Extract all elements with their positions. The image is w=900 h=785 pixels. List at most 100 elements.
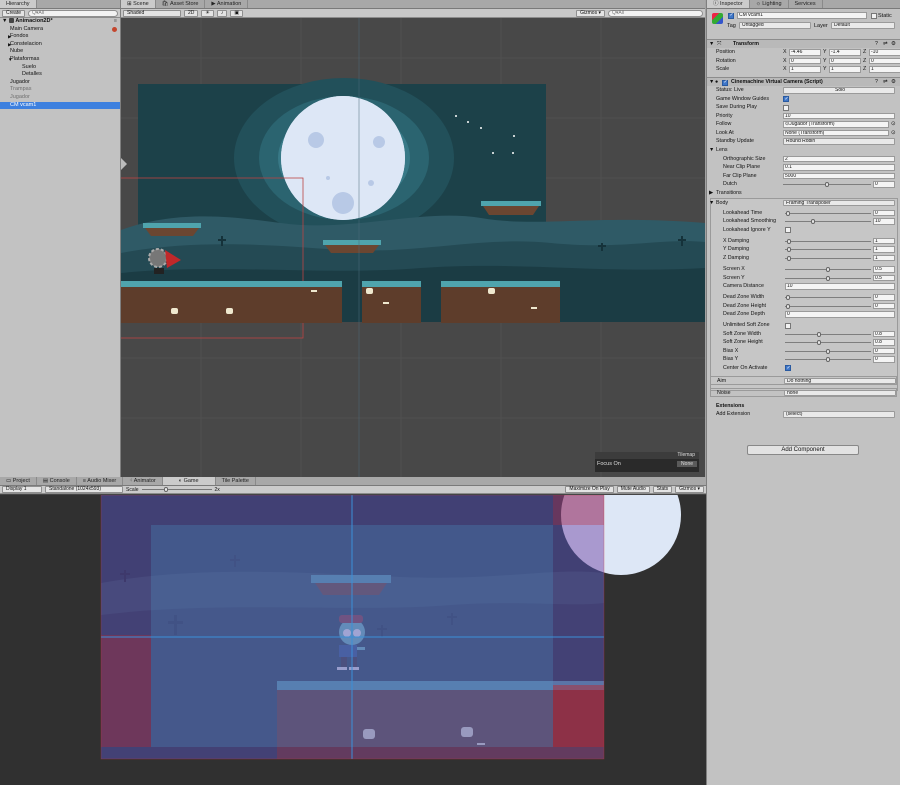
static-checkbox[interactable]: [871, 13, 877, 19]
resolution-dropdown[interactable]: Standalone (1024x593): [45, 486, 123, 493]
slider-knob[interactable]: [785, 210, 790, 216]
slider-knob[interactable]: [826, 267, 830, 272]
slider-knob[interactable]: [787, 247, 792, 252]
value-field[interactable]: 5000: [783, 172, 895, 179]
lookahead-smoothing-row-slider[interactable]: [785, 219, 871, 224]
audio-toggle-icon[interactable]: ♪: [216, 9, 228, 17]
object-active-checkbox[interactable]: [728, 12, 734, 19]
gizmos-dropdown[interactable]: Gizmos ▾: [576, 9, 605, 17]
mute-audio-button[interactable]: Mute Audio: [616, 486, 650, 493]
bias-y-row-slider[interactable]: [785, 357, 871, 362]
axis-value-field[interactable]: 0: [789, 57, 821, 64]
slider-knob[interactable]: [817, 331, 822, 337]
center-on-activate-checkbox[interactable]: [785, 364, 791, 373]
hierarchy-search-input[interactable]: Q▾All: [28, 9, 118, 17]
effects-dropdown-icon[interactable]: ▣: [230, 9, 244, 17]
value-field[interactable]: 0: [873, 181, 895, 188]
value-field[interactable]: 10: [785, 283, 895, 290]
slider-knob[interactable]: [817, 340, 822, 345]
unlimited-soft-zone-checkbox[interactable]: [785, 322, 791, 329]
tab-game[interactable]: ◐ Game: [162, 477, 216, 485]
hierarchy-item[interactable]: ▶ Fondos: [0, 33, 120, 41]
slider-knob[interactable]: [785, 303, 790, 309]
axis-value-field[interactable]: 1: [789, 66, 821, 73]
expand-arrow-icon[interactable]: ▼: [8, 56, 12, 64]
body-dropdown[interactable]: Framing Transposer: [783, 199, 895, 206]
expand-arrow-icon[interactable]: ▼: [2, 18, 7, 24]
noise-dropdown[interactable]: none: [784, 389, 896, 396]
axis-value-field[interactable]: -1.4: [829, 49, 861, 56]
axis-value-field[interactable]: 1: [829, 66, 861, 73]
scene-root-row[interactable]: ▼ Animacion2D* ≡: [0, 18, 120, 26]
shading-mode-dropdown[interactable]: Shaded: [123, 9, 181, 17]
soft-zone-width-row-slider[interactable]: [785, 331, 871, 337]
tab-animator[interactable]: ⁖ Animator: [123, 477, 163, 485]
tag-dropdown[interactable]: Untagged: [739, 22, 811, 29]
layer-dropdown[interactable]: Default: [831, 22, 895, 29]
dead-zone-width-row-slider[interactable]: [785, 295, 871, 300]
axis-value-field[interactable]: -4.46: [789, 49, 821, 56]
focus-on-dropdown[interactable]: None: [677, 461, 697, 467]
dutch-slider[interactable]: [783, 182, 871, 187]
lookahead-time-row-slider[interactable]: [785, 210, 871, 216]
tab-asset-store[interactable]: 🛍 Asset Store: [156, 0, 206, 8]
hierarchy-item[interactable]: Nube: [0, 48, 120, 56]
value-field[interactable]: 0.8: [873, 330, 895, 337]
stats-button[interactable]: Stats: [652, 486, 673, 493]
slider-knob[interactable]: [811, 219, 816, 224]
value-field[interactable]: 0: [785, 311, 895, 318]
tab-console[interactable]: ▤ Console: [37, 477, 77, 485]
hierarchy-item[interactable]: Jugador: [0, 94, 120, 102]
component-enabled-checkbox[interactable]: [722, 78, 728, 87]
x-damping-row-slider[interactable]: [785, 238, 871, 244]
hierarchy-item[interactable]: Trampas: [0, 86, 120, 94]
tab-scene[interactable]: ⊞ Scene: [121, 0, 156, 8]
add-extension-dropdown[interactable]: (select): [783, 411, 895, 418]
tab-animation[interactable]: ▶ Animation: [205, 0, 249, 8]
game-window-guides-checkbox[interactable]: [783, 95, 789, 104]
lookahead-ignore-y-checkbox[interactable]: [785, 227, 791, 233]
value-field[interactable]: 0.5: [873, 274, 895, 281]
axis-value-field[interactable]: 0: [869, 57, 900, 64]
scene-search-input[interactable]: Q▾All: [608, 9, 703, 17]
hierarchy-item[interactable]: ▼ Plataformas: [0, 56, 120, 64]
bias-x-row-slider[interactable]: [785, 348, 871, 354]
scene-options-icon[interactable]: ≡: [114, 18, 117, 26]
z-damping-row-slider[interactable]: [785, 255, 871, 261]
slider-knob[interactable]: [826, 357, 830, 362]
slider-knob[interactable]: [826, 275, 830, 281]
hierarchy-item[interactable]: Suelo: [0, 64, 120, 72]
tab-services[interactable]: Services: [789, 0, 823, 8]
tab-project[interactable]: ▭ Project: [0, 477, 37, 485]
hierarchy-item[interactable]: Detalles: [0, 71, 120, 79]
hierarchy-item[interactable]: Main Camera: [0, 26, 120, 34]
scene-viewport[interactable]: [121, 18, 705, 477]
value-field[interactable]: 1: [873, 254, 895, 261]
value-field[interactable]: 2: [783, 155, 895, 162]
lighting-toggle-icon[interactable]: ☀: [201, 9, 214, 17]
scale-slider[interactable]: [141, 487, 212, 492]
follow-field[interactable]: ⊙Jugador (Transform): [783, 121, 889, 128]
tab-tile-palette[interactable]: Tile Palette: [216, 477, 256, 485]
priority-field[interactable]: 10: [783, 112, 895, 119]
value-field[interactable]: 0: [873, 356, 895, 363]
axis-value-field[interactable]: 1: [869, 66, 900, 73]
slider-knob[interactable]: [785, 295, 790, 300]
y-damping-row-slider[interactable]: [785, 247, 871, 252]
game-gizmos-dropdown[interactable]: Gizmos ▾: [675, 486, 704, 493]
add-component-button[interactable]: Add Component: [747, 445, 859, 455]
object-name-field[interactable]: CM vcam1: [737, 12, 867, 19]
value-field[interactable]: 0.8: [873, 339, 895, 346]
foldout-arrow-icon[interactable]: ▶: [709, 189, 713, 198]
value-field[interactable]: 0: [873, 347, 895, 354]
slider-knob[interactable]: [825, 182, 829, 187]
hierarchy-item[interactable]: CM vcam1: [0, 101, 120, 110]
foldout-arrow-icon[interactable]: ▼: [709, 199, 714, 208]
expand-arrow-icon[interactable]: ▶: [8, 41, 11, 49]
hierarchy-item[interactable]: Jugador: [0, 79, 120, 87]
slider-knob[interactable]: [787, 255, 792, 261]
screen-x-row-slider[interactable]: [785, 267, 871, 272]
aim-dropdown[interactable]: Do nothing: [784, 377, 896, 384]
value-field[interactable]: 1: [873, 246, 895, 253]
screen-y-row-slider[interactable]: [785, 275, 871, 281]
